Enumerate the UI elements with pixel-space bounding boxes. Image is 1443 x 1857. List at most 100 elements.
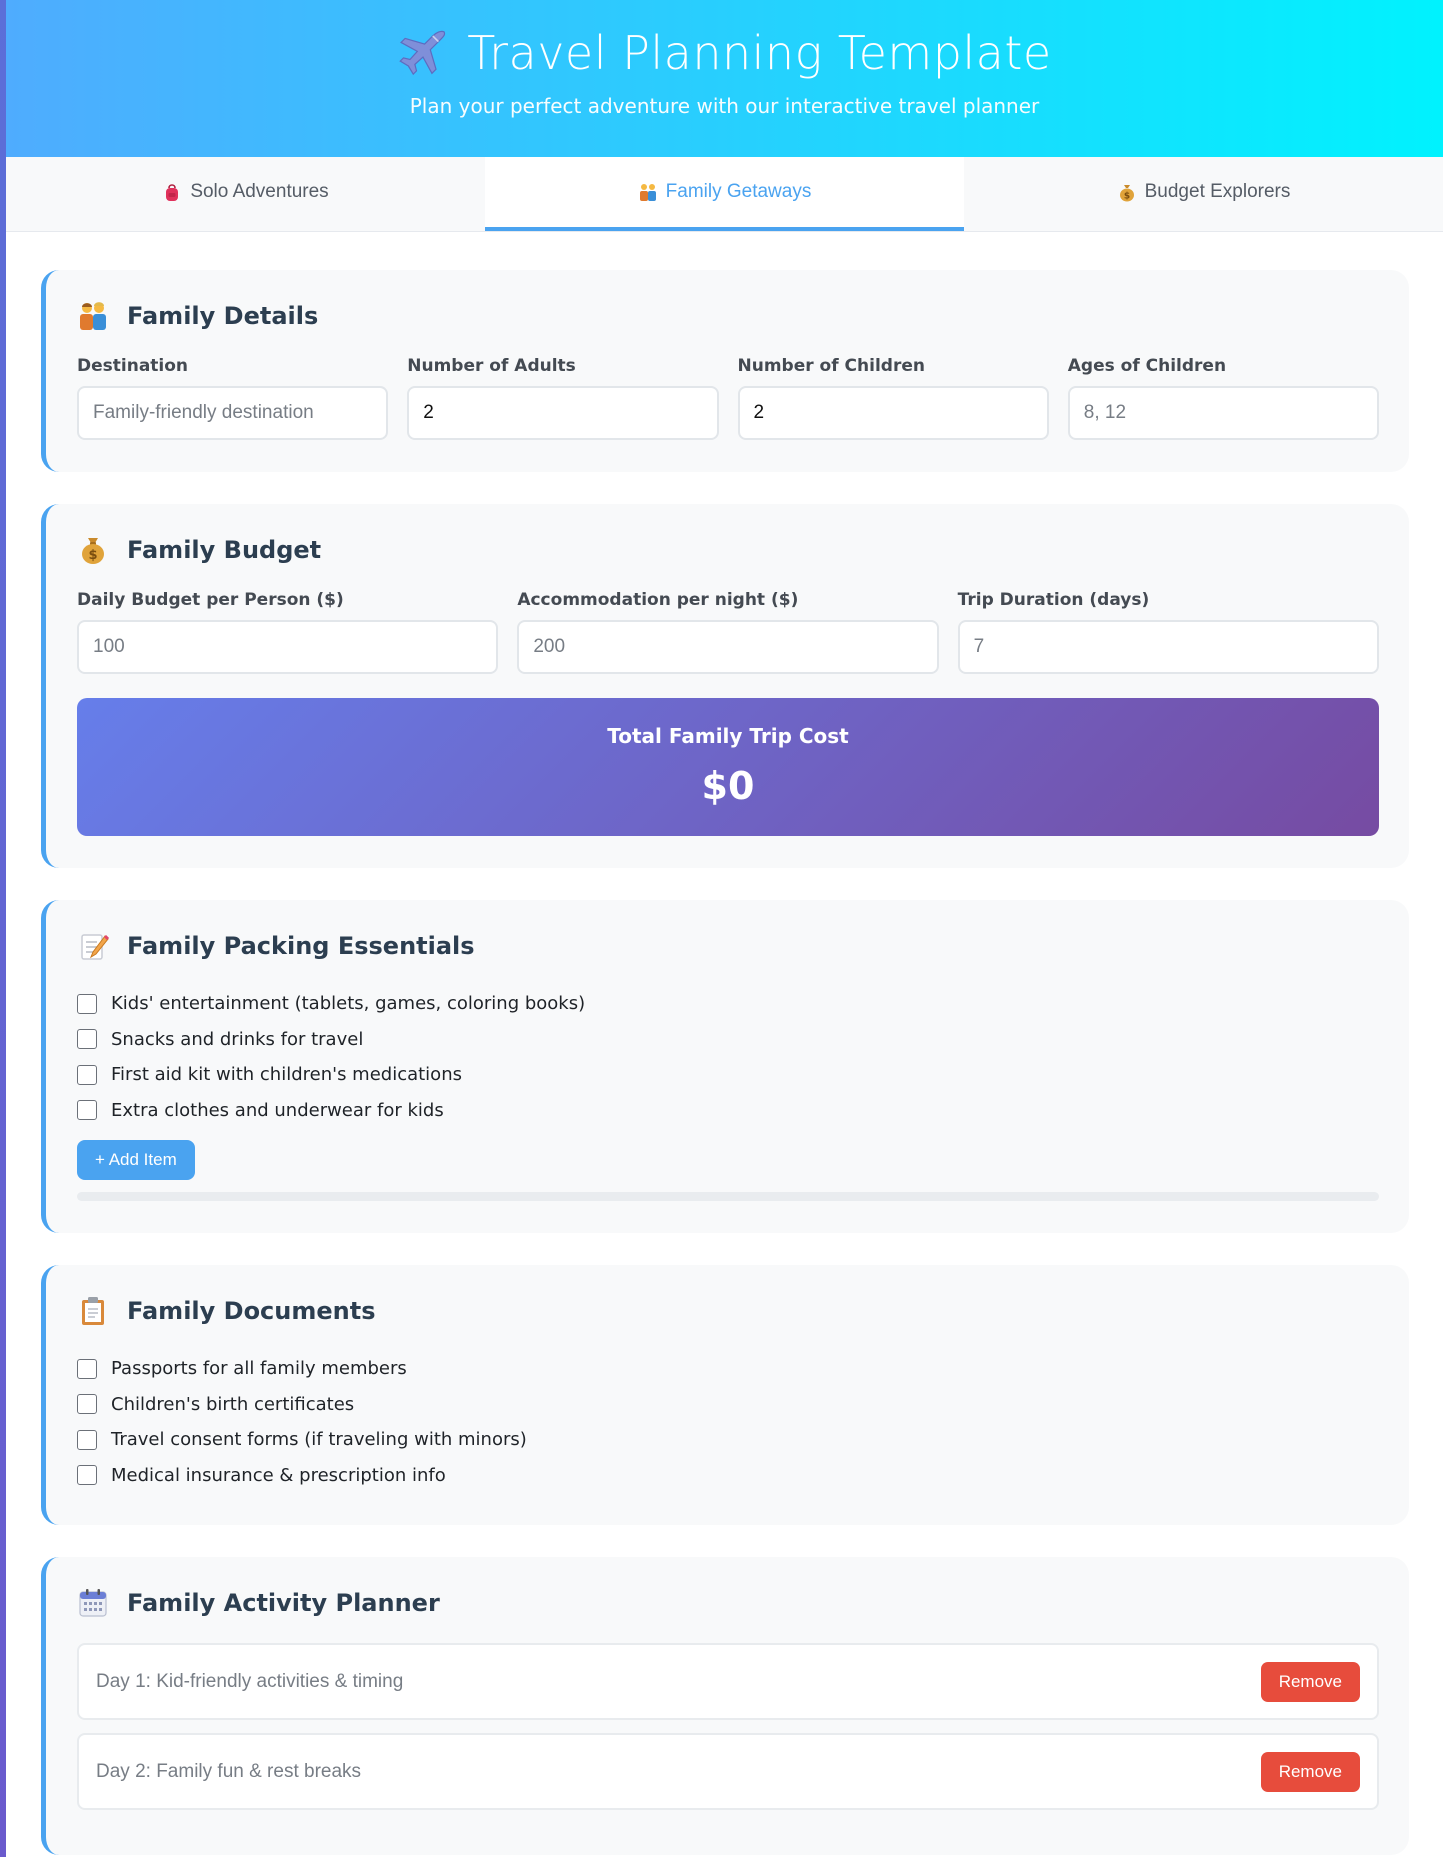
section-title: Family Details [77, 300, 1379, 332]
tab-budget-explorers[interactable]: $ Budget Explorers [964, 157, 1443, 231]
airplane-icon [399, 30, 446, 76]
app: Travel Planning Template Plan your perfe… [6, 0, 1443, 1857]
activity-day-row: Day 1: Kid-friendly activities & timing … [77, 1643, 1379, 1720]
section-title-text: Family Details [127, 302, 319, 330]
children-ages-field: Ages of Children [1067, 356, 1379, 440]
section-title: Family Activity Planner [77, 1587, 1379, 1619]
packing-progress-bar [77, 1192, 1379, 1201]
remove-day-button[interactable]: Remove [1260, 1751, 1360, 1792]
section-title-text: Family Documents [127, 1297, 376, 1325]
field-label: Number of Children [737, 356, 925, 376]
children-input[interactable] [737, 386, 1049, 440]
section-title-text: Family Packing Essentials [127, 932, 475, 960]
day-activity-input[interactable]: Day 2: Family fun & rest breaks [96, 1761, 361, 1783]
section-title: Family Packing Essentials [77, 930, 1379, 962]
field-label: Trip Duration (days) [957, 590, 1150, 610]
activity-day-row: Day 2: Family fun & rest breaks Remove [77, 1733, 1379, 1810]
family-details-grid: Destination Number of Adults Number of C… [77, 356, 1379, 440]
list-item: Passports for all family members [77, 1351, 1379, 1387]
documents-list: Passports for all family members Childre… [77, 1351, 1379, 1493]
daily-budget-field: Daily Budget per Person ($) [77, 590, 499, 674]
remove-day-button[interactable]: Remove [1260, 1661, 1360, 1702]
list-item: Kids' entertainment (tablets, games, col… [77, 986, 1379, 1022]
tab-family-getaways[interactable]: Family Getaways [485, 157, 964, 231]
list-item-label: First aid kit with children's medication… [111, 1064, 462, 1086]
page-subtitle: Plan your perfect adventure with our int… [409, 94, 1040, 118]
day-activity-input[interactable]: Day 1: Kid-friendly activities & timing [96, 1671, 403, 1693]
list-item-label: Kids' entertainment (tablets, games, col… [111, 993, 586, 1015]
money-bag-icon: $ [1119, 185, 1134, 202]
list-item-label: Extra clothes and underwear for kids [111, 1099, 444, 1121]
documents-section: Family Documents Passports for all famil… [41, 1265, 1409, 1525]
page-title-row: Travel Planning Template [6, 26, 1443, 80]
tab-bar: Solo Adventures Family Getaways $ Budget… [6, 157, 1443, 232]
total-cost-label: Total Family Trip Cost [607, 724, 849, 748]
list-item-label: Travel consent forms (if traveling with … [111, 1429, 527, 1451]
section-title-text: Family Budget [127, 536, 322, 564]
svg-text:$: $ [88, 548, 97, 563]
field-label: Daily Budget per Person ($) [77, 590, 344, 610]
svg-text:$: $ [1123, 192, 1129, 202]
trip-duration-field: Trip Duration (days) [957, 590, 1379, 674]
memo-icon [81, 934, 109, 960]
backpack-icon [166, 184, 179, 201]
document-checkbox[interactable] [77, 1465, 97, 1486]
adults-field: Number of Adults [407, 356, 719, 440]
total-cost-box: Total Family Trip Cost $0 [77, 698, 1379, 836]
section-title: Family Documents [77, 1295, 1379, 1327]
document-checkbox[interactable] [77, 1394, 97, 1415]
packing-checkbox[interactable] [77, 1029, 97, 1050]
family-budget-section: $ Family Budget Daily Budget per Person … [41, 504, 1409, 868]
family-details-section: Family Details Destination Number of Adu… [41, 270, 1409, 472]
destination-field: Destination [77, 356, 389, 440]
packing-section: Family Packing Essentials Kids' entertai… [41, 900, 1409, 1233]
daily-budget-input[interactable] [77, 620, 499, 674]
add-item-button[interactable]: + Add Item [77, 1140, 195, 1180]
family-icon [639, 184, 656, 201]
children-field: Number of Children [737, 356, 1049, 440]
list-item: First aid kit with children's medication… [77, 1057, 1379, 1093]
accommodation-input[interactable] [517, 620, 939, 674]
tab-label: Family Getaways [665, 181, 812, 202]
total-cost-value: $0 [701, 764, 755, 808]
list-item-label: Children's birth certificates [111, 1393, 355, 1415]
list-item: Children's birth certificates [77, 1387, 1379, 1423]
adults-input[interactable] [407, 386, 719, 440]
packing-checkbox[interactable] [77, 993, 97, 1014]
section-title-text: Family Activity Planner [127, 1589, 440, 1617]
page-header: Travel Planning Template Plan your perfe… [6, 0, 1443, 157]
main-content: Family Details Destination Number of Adu… [6, 232, 1443, 1855]
field-label: Ages of Children [1067, 356, 1227, 376]
section-title: $ Family Budget [77, 534, 1379, 566]
list-item: Medical insurance & prescription info [77, 1458, 1379, 1494]
list-item-label: Passports for all family members [111, 1358, 407, 1380]
accommodation-field: Accommodation per night ($) [517, 590, 939, 674]
page-title: Travel Planning Template [467, 26, 1052, 80]
packing-list: Kids' entertainment (tablets, games, col… [77, 986, 1379, 1128]
packing-checkbox[interactable] [77, 1064, 97, 1085]
document-checkbox[interactable] [77, 1358, 97, 1379]
tab-label: Budget Explorers [1144, 181, 1291, 202]
list-item-label: Medical insurance & prescription info [111, 1464, 446, 1486]
children-ages-input[interactable] [1067, 386, 1379, 440]
packing-checkbox[interactable] [77, 1100, 97, 1121]
tab-solo-adventures[interactable]: Solo Adventures [6, 157, 485, 231]
calendar-icon [79, 1589, 107, 1617]
list-item: Snacks and drinks for travel [77, 1022, 1379, 1058]
clipboard-icon [82, 1297, 104, 1325]
activity-planner-section: Family Activity Planner Day 1: Kid-frien… [41, 1557, 1409, 1855]
destination-input[interactable] [77, 386, 389, 440]
document-checkbox[interactable] [77, 1429, 97, 1450]
list-item: Travel consent forms (if traveling with … [77, 1422, 1379, 1458]
trip-duration-input[interactable] [957, 620, 1379, 674]
tab-label: Solo Adventures [190, 181, 329, 202]
field-label: Number of Adults [407, 356, 576, 376]
money-bag-icon: $ [82, 538, 104, 564]
left-edge-strip [0, 0, 6, 1857]
list-item: Extra clothes and underwear for kids [77, 1093, 1379, 1129]
field-label: Accommodation per night ($) [517, 590, 799, 610]
list-item-label: Snacks and drinks for travel [111, 1028, 364, 1050]
family-icon [80, 302, 106, 330]
family-budget-grid: Daily Budget per Person ($) Accommodatio… [77, 590, 1379, 674]
field-label: Destination [77, 356, 189, 376]
